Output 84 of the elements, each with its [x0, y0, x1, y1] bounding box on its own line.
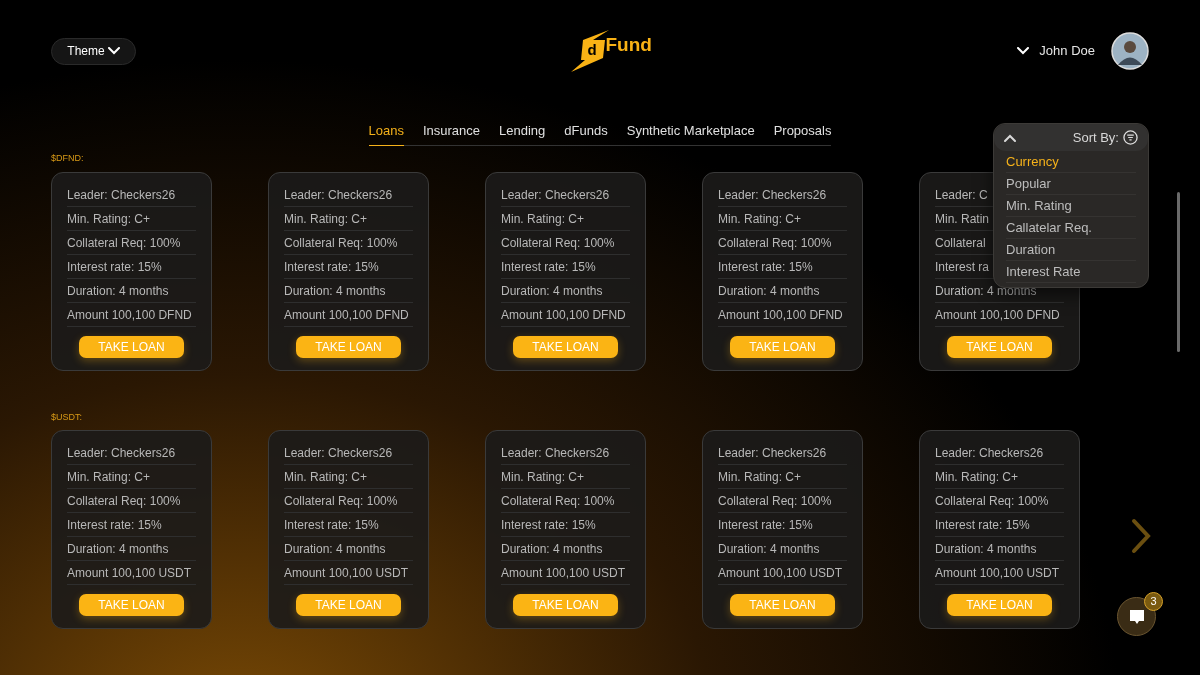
card-detail: Amount 100,100 DFND	[284, 302, 413, 327]
chevron-up-icon	[1004, 133, 1016, 142]
logo-mark: d	[587, 42, 597, 57]
card-detail: Interest rate: 15%	[501, 513, 630, 537]
card-detail: Amount 100,100 DFND	[935, 302, 1064, 327]
card-detail: Min. Rating: C+	[718, 206, 847, 231]
card-detail: Min. Rating: C+	[284, 465, 413, 489]
theme-button[interactable]: Theme	[51, 37, 136, 65]
chevron-right-icon[interactable]	[1131, 518, 1151, 554]
card-detail: Min. Rating: C+	[718, 465, 847, 489]
card-detail: Collateral Req: 100%	[935, 489, 1064, 513]
card-detail: Collateral Req: 100%	[284, 489, 413, 513]
sort-header[interactable]: Sort By:	[994, 124, 1148, 151]
nav-tab[interactable]: Insurance	[422, 121, 481, 145]
card-detail: Interest rate: 15%	[67, 513, 196, 537]
card-detail: Duration: 4 months	[935, 537, 1064, 561]
card-detail: Duration: 4 months	[67, 278, 196, 303]
card-detail: Collateral Req: 100%	[718, 230, 847, 255]
card-detail: Duration: 4 months	[284, 537, 413, 561]
card-detail: Collateral Req: 100%	[501, 230, 630, 255]
card-detail: Amount 100,100 DFND	[67, 302, 196, 327]
card-detail: Duration: 4 months	[67, 537, 196, 561]
card-detail: Interest rate: 15%	[284, 513, 413, 537]
card-detail: Duration: 4 months	[718, 537, 847, 561]
currency-label: $USDT:	[51, 410, 82, 424]
sort-option[interactable]: Interest Rate	[1006, 261, 1136, 283]
avatar[interactable]	[1111, 32, 1149, 70]
card-detail: Amount 100,100 USDT	[284, 561, 413, 585]
filter-icon	[1123, 130, 1138, 145]
card-detail: Duration: 4 months	[718, 278, 847, 303]
chevron-down-icon	[1017, 47, 1030, 55]
card-detail: Collateral Req: 100%	[284, 230, 413, 255]
card-detail: Leader: Checkers26	[284, 182, 413, 207]
logo-text: Fund	[605, 32, 652, 57]
card-detail: Leader: Checkers26	[284, 441, 413, 465]
nav-tab[interactable]: Proposals	[773, 121, 832, 145]
currency-label: $DFND:	[51, 152, 84, 165]
nav-tab[interactable]: dFunds	[564, 121, 608, 145]
card-detail: Leader: Checkers26	[501, 182, 630, 207]
card-detail: Interest rate: 15%	[718, 513, 847, 537]
card-detail: Amount 100,100 DFND	[501, 302, 630, 327]
card-detail: Collateral Req: 100%	[67, 230, 196, 255]
card-detail: Interest rate: 15%	[501, 254, 630, 279]
card-detail: Collateral Req: 100%	[67, 489, 196, 513]
card-detail: Duration: 4 months	[501, 537, 630, 561]
card-detail: Min. Rating: C+	[284, 206, 413, 231]
card-detail: Interest rate: 15%	[67, 254, 196, 279]
card-detail: Leader: Checkers26	[67, 182, 196, 207]
card-detail: Leader: Checkers26	[501, 441, 630, 465]
chat-icon	[1128, 608, 1145, 625]
card-detail: Leader: Checkers26	[67, 441, 196, 465]
card-detail: Min. Rating: C+	[935, 465, 1064, 489]
card-detail: Interest rate: 15%	[935, 513, 1064, 537]
chevron-down-icon	[107, 47, 120, 55]
card-detail: Leader: Checkers26	[935, 441, 1064, 465]
user-name: John Doe	[1039, 42, 1095, 61]
card-detail: Min. Rating: C+	[501, 465, 630, 489]
card-detail: Amount 100,100 USDT	[501, 561, 630, 585]
sort-option[interactable]: Min. Rating	[1006, 195, 1136, 217]
card-detail: Collateral Req: 100%	[718, 489, 847, 513]
card-detail: Duration: 4 months	[284, 278, 413, 303]
scrollbar[interactable]	[1177, 192, 1180, 352]
card-detail: Amount 100,100 USDT	[718, 561, 847, 585]
card-detail: Min. Rating: C+	[67, 465, 196, 489]
card-detail: Amount 100,100 USDT	[67, 561, 196, 585]
card-detail: Collateral Req: 100%	[501, 489, 630, 513]
sort-option[interactable]: Callatelar Req.	[1006, 217, 1136, 239]
card-detail: Amount 100,100 DFND	[718, 302, 847, 327]
card-detail: Min. Rating: C+	[501, 206, 630, 231]
card-detail: Interest rate: 15%	[718, 254, 847, 279]
card-detail: Duration: 4 months	[501, 278, 630, 303]
card-detail: Amount 100,100 USDT	[935, 561, 1064, 585]
nav-tab[interactable]: Lending	[499, 121, 546, 145]
chat-button[interactable]	[1117, 597, 1156, 636]
notification-badge: 3	[1144, 592, 1163, 611]
sort-option[interactable]: Popular	[1006, 173, 1136, 195]
card-detail: Leader: Checkers26	[718, 182, 847, 207]
nav-tab[interactable]: Loans	[368, 121, 404, 146]
sort-option[interactable]: Currency	[1006, 151, 1136, 173]
sort-option[interactable]: Duration	[1006, 239, 1136, 261]
card-detail: Min. Rating: C+	[67, 206, 196, 231]
card-detail: Interest rate: 15%	[284, 254, 413, 279]
nav-tab[interactable]: Synthetic Marketplace	[626, 121, 755, 145]
card-detail: Leader: Checkers26	[718, 441, 847, 465]
